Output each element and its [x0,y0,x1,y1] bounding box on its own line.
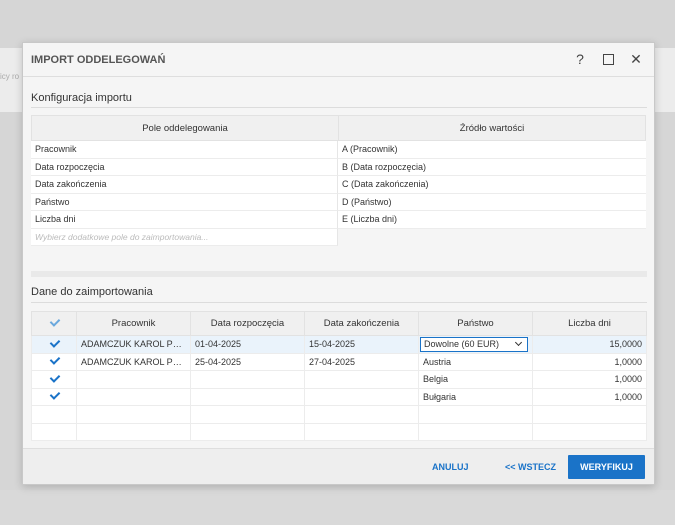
cell-days: 1,0000 [532,352,647,371]
cell-country[interactable]: Austria [418,352,533,371]
cell-end-date: 15-04-2025 [304,335,419,354]
empty-row [31,405,647,424]
table-row[interactable]: ADAMCZUK KAROL PES... 25-04-2025 27-04-2… [31,352,647,371]
config-source[interactable]: D (Państwo) [338,193,646,211]
col-end-date[interactable]: Data zakończenia [304,311,419,336]
config-col-source: Źródło wartości [459,122,525,134]
cell-employee [76,387,191,406]
empty-cell [190,422,305,441]
cell-start-date: 25-04-2025 [190,352,305,371]
section-separator [31,271,647,277]
cell-employee: ADAMCZUK KAROL PES... [76,352,191,371]
empty-cell [418,422,533,441]
config-row[interactable]: Liczba dni E (Liczba dni) [31,211,646,229]
empty-cell [76,405,191,424]
config-add-row[interactable]: Wybierz dodatkowe pole do zaimportowania… [31,228,646,247]
empty-cell [190,405,305,424]
config-field: Pracownik [31,141,338,159]
help-icon[interactable]: ? [572,51,588,67]
config-field: Państwo [31,193,338,211]
cell-country[interactable]: Belgia [418,370,533,389]
add-field-input[interactable]: Wybierz dodatkowe pole do zaimportowania… [31,228,338,246]
dialog-title: IMPORT ODDELEGOWAŃ [31,54,166,66]
config-source[interactable]: E (Liczba dni) [338,211,646,229]
row-checkbox[interactable] [31,352,77,371]
col-employee[interactable]: Pracownik [76,311,191,336]
config-row[interactable]: Data rozpoczęcia B (Data rozpoczęcia) [31,158,646,176]
cell-employee: ADAMCZUK KAROL PES... [76,335,191,354]
maximize-icon[interactable] [600,51,616,67]
check-icon [49,390,60,401]
cell-start-date: 01-04-2025 [190,335,305,354]
config-section-divider [31,107,647,108]
col-start-date[interactable]: Data rozpoczęcia [190,311,305,336]
config-field: Data rozpoczęcia [31,158,338,176]
config-source[interactable]: A (Pracownik) [338,141,646,159]
import-section-divider [31,302,647,303]
cell-end-date [304,387,419,406]
empty-cell [532,405,647,424]
config-row[interactable]: Pracownik A (Pracownik) [31,141,646,159]
dialog-titlebar: IMPORT ODDELEGOWAŃ ? ✕ [23,43,654,77]
empty-cell [76,422,191,441]
config-table: Pole oddelegowania Źródło wartości Praco… [31,115,646,246]
config-empty-cell [338,229,646,247]
cell-employee [76,370,191,389]
empty-cell [304,422,419,441]
cancel-button[interactable]: ANULUJ [432,462,469,472]
chevron-down-icon [514,339,523,347]
cell-days: 1,0000 [532,387,647,406]
cell-end-date: 27-04-2025 [304,352,419,371]
row-checkbox[interactable] [31,335,77,354]
config-row[interactable]: Data zakończenia C (Data zakończenia) [31,176,646,194]
import-table: Pracownik Data rozpoczęcia Data zakończe… [31,311,647,441]
import-dialog: IMPORT ODDELEGOWAŃ ? ✕ Konfiguracja impo… [22,42,655,485]
cell-start-date [190,370,305,389]
import-section-title: Dane do zaimportowania [31,286,153,298]
col-country[interactable]: Państwo [418,311,533,336]
config-col-field: Pole oddelegowania [32,116,339,140]
config-source[interactable]: C (Data zakończenia) [338,176,646,194]
col-days[interactable]: Liczba dni [532,311,647,336]
check-icon [49,373,60,384]
row-checkbox[interactable] [31,387,77,406]
select-all-checkbox[interactable] [31,311,77,336]
config-field: Data zakończenia [31,176,338,194]
background-bottom [0,490,675,525]
back-button[interactable]: << WSTECZ [505,462,556,472]
row-checkbox[interactable] [31,370,77,389]
config-field: Liczba dni [31,211,338,229]
empty-cell [304,405,419,424]
country-dropdown[interactable]: Dowolne (60 EUR) [420,336,528,352]
dialog-footer: ANULUJ << WSTECZ WERYFIKUJ [23,448,654,484]
empty-row [31,422,647,441]
cell-start-date [190,387,305,406]
table-row[interactable]: ADAMCZUK KAROL PES... 01-04-2025 15-04-2… [31,335,647,354]
background-partial-text: icy ro [0,72,20,81]
config-row[interactable]: Państwo D (Państwo) [31,193,646,211]
empty-cell [532,422,647,441]
check-icon [49,355,60,366]
cell-country[interactable]: Bułgaria [418,387,533,406]
config-section-title: Konfiguracja importu [31,92,132,104]
table-row[interactable]: Bułgaria 1,0000 [31,387,647,406]
empty-cell [31,405,77,424]
cell-days: 1,0000 [532,370,647,389]
close-icon[interactable]: ✕ [628,51,644,67]
config-source[interactable]: B (Data rozpoczęcia) [338,158,646,176]
cell-end-date [304,370,419,389]
check-icon [49,338,60,349]
table-row[interactable]: Belgia 1,0000 [31,370,647,389]
verify-button[interactable]: WERYFIKUJ [568,455,645,479]
empty-cell [31,422,77,441]
empty-cell [418,405,533,424]
country-dropdown-value: Dowolne (60 EUR) [424,339,500,350]
cell-days: 15,0000 [532,335,647,354]
check-icon [49,317,60,328]
cell-country[interactable]: Dowolne (60 EUR) [418,335,533,354]
